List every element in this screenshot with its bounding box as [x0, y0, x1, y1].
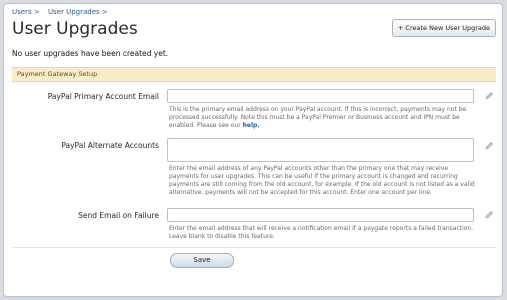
breadcrumb-users[interactable]: Users > [12, 8, 40, 16]
primary-email-input[interactable] [167, 89, 474, 103]
page-title: User Upgrades [12, 19, 138, 39]
empty-message: No user upgrades have been created yet. [12, 49, 169, 58]
failure-email-input[interactable] [167, 208, 474, 222]
page-frame: Users > User Upgrades > User Upgrades + … [3, 3, 503, 297]
failure-email-help: Enter the email address that will receiv… [169, 225, 474, 240]
pencil-icon[interactable] [484, 210, 494, 220]
failure-email-label: Send Email on Failure [78, 211, 159, 220]
pencil-icon[interactable] [484, 141, 494, 151]
breadcrumb: Users > User Upgrades > [12, 8, 114, 16]
create-user-upgrade-button[interactable]: + Create New User Upgrade [391, 19, 496, 37]
save-button[interactable]: Save [170, 253, 234, 268]
breadcrumb-user-upgrades[interactable]: User Upgrades > [48, 8, 108, 16]
help-link[interactable]: help. [243, 122, 260, 129]
primary-email-label: PayPal Primary Account Email [47, 92, 159, 101]
primary-email-help: This is the primary email address on you… [169, 106, 467, 129]
alternate-accounts-label: PayPal Alternate Accounts [61, 141, 159, 150]
divider [12, 247, 496, 248]
alternate-accounts-textarea[interactable] [167, 138, 474, 162]
alternate-accounts-help: Enter the email address of any PayPal ac… [169, 165, 475, 196]
pencil-icon[interactable] [484, 91, 494, 101]
section-header: Payment Gateway Setup [12, 67, 496, 82]
